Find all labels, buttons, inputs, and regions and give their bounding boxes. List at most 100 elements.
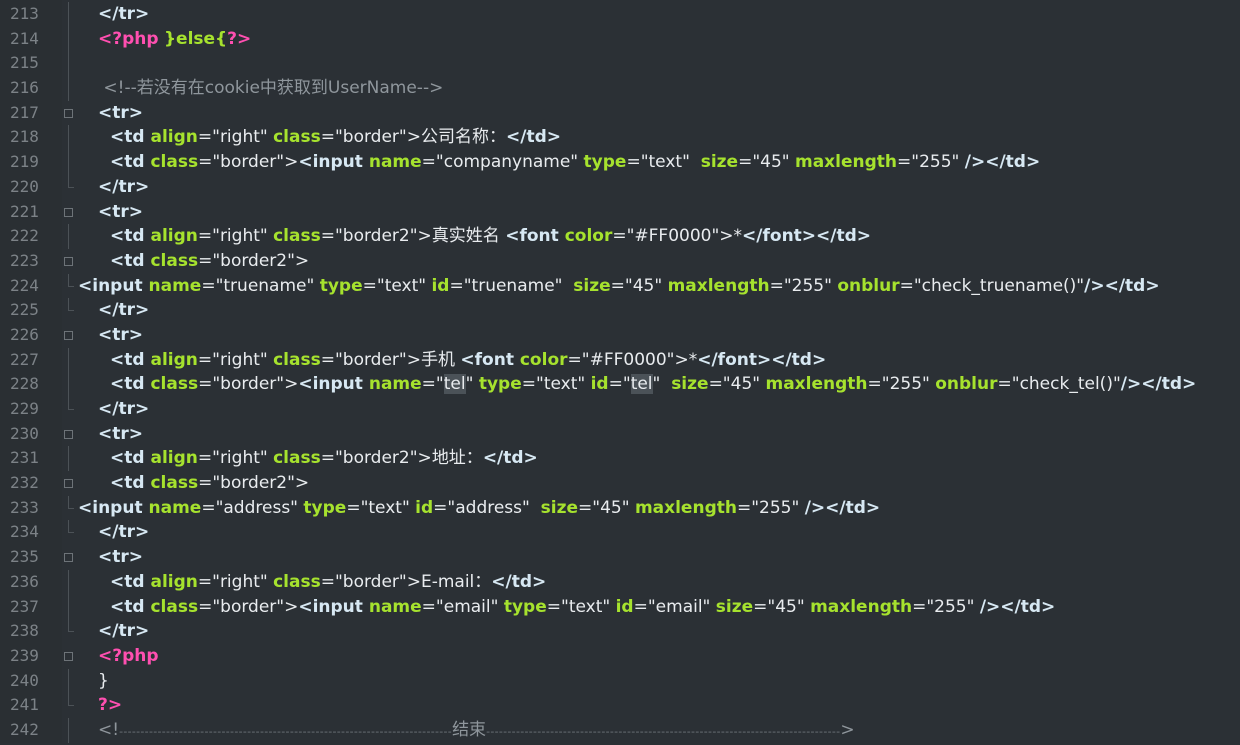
- line-code: ?>: [78, 693, 122, 718]
- attr-token: id: [415, 497, 434, 518]
- code-line[interactable]: 242 <!----------------------------------…: [0, 717, 1240, 743]
- line-number: 238: [10, 621, 39, 641]
- attr-token: name: [148, 275, 202, 296]
- fold-toggle-icon[interactable]: [60, 323, 76, 348]
- text-token: 公司名称：: [420, 127, 506, 148]
- tag-token: <td: [110, 448, 151, 469]
- code-line[interactable]: 232 <td class="border2">: [0, 471, 1240, 496]
- code-line[interactable]: 238 </tr>: [0, 619, 1240, 644]
- value-token: ="companyname": [421, 152, 584, 173]
- code-line[interactable]: 222 <td align="right" class="border2">真实…: [0, 224, 1240, 249]
- tag-token: <tr>: [98, 102, 143, 123]
- attr-token: name: [368, 152, 422, 173]
- tag-token: <input: [78, 275, 149, 296]
- line-code: <td class="border"><input name="tel" typ…: [78, 372, 1196, 397]
- code-line[interactable]: 236 <td align="right" class="border">E-m…: [0, 569, 1240, 595]
- attr-token: color: [519, 349, 568, 370]
- value-token: ="border2">: [320, 226, 432, 247]
- php-close-token: ?>: [98, 695, 123, 716]
- code-line[interactable]: 240 }: [0, 668, 1240, 694]
- comment-token: >: [840, 719, 855, 740]
- value-token: ="text": [626, 152, 701, 173]
- line-code: </tr>: [78, 520, 149, 545]
- tag-token: <tr>: [98, 423, 143, 444]
- code-line[interactable]: 226 <tr>: [0, 323, 1240, 348]
- attr-token: maxlength: [765, 374, 868, 395]
- value-token: ="email": [421, 596, 504, 617]
- php-open-token: <?php: [98, 28, 159, 49]
- value-token: ="45": [578, 497, 635, 518]
- code-line[interactable]: 224 <input name="truename" type="text" i…: [0, 273, 1240, 299]
- tag-token: <font: [460, 349, 520, 370]
- line-code: </tr>: [78, 2, 149, 27]
- code-line[interactable]: 223 <td class="border2">: [0, 249, 1240, 274]
- text-token: 地址：: [431, 448, 483, 469]
- line-code: <td align="right" class="border2">真实姓名 <…: [78, 224, 871, 249]
- value-token: ="255": [867, 374, 936, 395]
- value-token: ="border">: [198, 152, 299, 173]
- fold-toggle-icon[interactable]: [60, 471, 76, 496]
- fold-toggle-icon[interactable]: [60, 644, 76, 669]
- code-line[interactable]: 219 <td class="border"><input name="comp…: [0, 150, 1240, 175]
- tag-token: </td>: [491, 571, 547, 592]
- text-token: 手机: [420, 349, 461, 370]
- code-line[interactable]: 214 <?php }else{?>: [0, 26, 1240, 52]
- tag-token: <td: [110, 596, 151, 617]
- code-line[interactable]: 229 </tr>: [0, 397, 1240, 422]
- tag-token: </tr>: [98, 621, 150, 642]
- fold-guide: [60, 150, 76, 175]
- code-line[interactable]: 233 <input name="address" type="text" id…: [0, 495, 1240, 521]
- value-token: ="address": [433, 497, 541, 518]
- tag-token: </font></td>: [742, 226, 872, 247]
- line-number: 237: [10, 596, 39, 616]
- value-token: ="255": [912, 596, 980, 617]
- attr-token: size: [573, 275, 611, 296]
- comment-dashes: ----------------------------------------…: [486, 724, 841, 738]
- attr-token: align: [150, 226, 198, 247]
- code-line[interactable]: 213 </tr>: [0, 2, 1240, 27]
- code-line[interactable]: 221 <tr>: [0, 200, 1240, 225]
- attr-token: type: [319, 275, 363, 296]
- code-line[interactable]: 227 <td align="right" class="border">手机 …: [0, 347, 1240, 373]
- code-line[interactable]: 218 <td align="right" class="border">公司名…: [0, 125, 1240, 150]
- attr-token: align: [150, 127, 198, 148]
- code-line[interactable]: 234 </tr>: [0, 520, 1240, 545]
- fold-toggle-icon[interactable]: [60, 200, 76, 225]
- code-line[interactable]: 230 <tr>: [0, 422, 1240, 447]
- line-number: 229: [10, 399, 39, 418]
- tag-token: <tr>: [98, 324, 143, 345]
- code-line[interactable]: 237 <td class="border"><input name="emai…: [0, 594, 1240, 620]
- attr-token: type: [583, 152, 627, 173]
- code-line[interactable]: 225 </tr>: [0, 298, 1240, 323]
- code-line[interactable]: 215: [0, 51, 1240, 76]
- tag-token: <input: [298, 152, 369, 173]
- fold-end-guide: [60, 298, 76, 323]
- line-code: </tr>: [78, 619, 149, 644]
- value-token: ="#FF0000">: [612, 226, 734, 247]
- value-token: ="border">: [320, 127, 421, 148]
- line-code: <tr>: [78, 200, 143, 225]
- code-line[interactable]: 220 </tr>: [0, 174, 1240, 200]
- value-token: ="border2">: [198, 473, 310, 494]
- fold-toggle-icon[interactable]: [60, 101, 76, 126]
- attr-token: type: [478, 374, 522, 395]
- code-line[interactable]: 231 <td align="right" class="border2">地址…: [0, 446, 1240, 471]
- code-line[interactable]: 241 ?>: [0, 693, 1240, 718]
- code-line[interactable]: 235 <tr>: [0, 545, 1240, 570]
- code-line[interactable]: 217 <tr>: [0, 101, 1240, 126]
- attr-token: align: [150, 349, 198, 370]
- code-line[interactable]: 228 <td class="border"><input name="tel"…: [0, 372, 1240, 397]
- fold-toggle-icon[interactable]: [60, 545, 76, 570]
- line-number: 241: [10, 695, 39, 715]
- code-line[interactable]: 239 <?php: [0, 644, 1240, 669]
- tag-token: /></td>: [1084, 275, 1160, 296]
- line-number: 233: [10, 497, 39, 517]
- tag-token: <td: [110, 152, 151, 173]
- fold-toggle-icon[interactable]: [60, 422, 76, 447]
- fold-toggle-icon[interactable]: [60, 249, 76, 274]
- code-line[interactable]: 216 <!--若没有在cookie中获取到UserName-->: [0, 76, 1240, 101]
- fold-guide: [60, 347, 76, 373]
- value-token: ="border2">: [320, 448, 432, 469]
- tag-token: /></td>: [804, 497, 881, 518]
- code-editor[interactable]: 213 </tr> 214 <?php }else{?> 215 216 <!-…: [0, 0, 1240, 743]
